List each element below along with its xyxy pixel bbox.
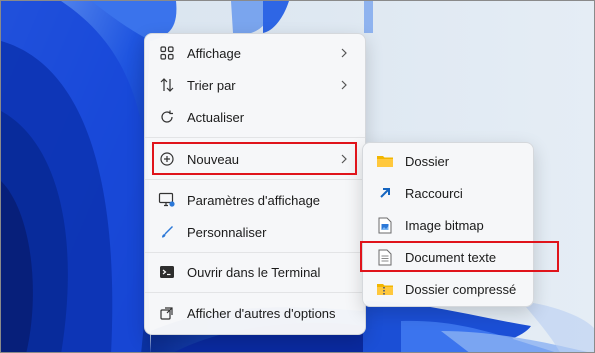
chevron-right-icon bbox=[337, 46, 351, 60]
highlight-box-nouveau bbox=[152, 142, 357, 175]
desktop-screenshot: Affichage Trier par Actualiser Nouveau P… bbox=[0, 0, 595, 353]
desktop-context-menu: Affichage Trier par Actualiser Nouveau P… bbox=[144, 33, 366, 335]
menu-item-label: Personnaliser bbox=[187, 224, 267, 240]
menu-item-affichage[interactable]: Affichage bbox=[149, 38, 361, 68]
shortcut-icon bbox=[376, 184, 394, 202]
menu-item-personnaliser[interactable]: Personnaliser bbox=[149, 217, 361, 247]
menu-item-label: Actualiser bbox=[187, 109, 245, 125]
submenu-item-image-bitmap[interactable]: Image bitmap bbox=[367, 210, 529, 240]
sort-icon bbox=[158, 76, 176, 94]
highlight-box-document-texte bbox=[360, 241, 559, 272]
new-submenu: Dossier Raccourci Image bitmap Document … bbox=[362, 142, 534, 307]
menu-separator bbox=[145, 292, 365, 293]
refresh-icon bbox=[158, 108, 176, 126]
menu-item-label: Affichage bbox=[187, 45, 241, 61]
menu-item-label: Afficher d'autres d'options bbox=[187, 305, 336, 321]
display-settings-icon bbox=[158, 191, 176, 209]
share-icon bbox=[158, 304, 176, 322]
submenu-item-raccourci[interactable]: Raccourci bbox=[367, 178, 529, 208]
folder-icon bbox=[376, 152, 394, 170]
submenu-item-dossier[interactable]: Dossier bbox=[367, 146, 529, 176]
bitmap-image-icon bbox=[376, 216, 394, 234]
submenu-item-dossier-compresse[interactable]: Dossier compressé bbox=[367, 274, 529, 304]
menu-item-label: Ouvrir dans le Terminal bbox=[187, 264, 321, 280]
submenu-item-label: Raccourci bbox=[405, 185, 463, 201]
chevron-right-icon bbox=[337, 78, 351, 92]
submenu-item-label: Dossier compressé bbox=[405, 281, 517, 297]
menu-separator bbox=[145, 137, 365, 138]
menu-separator bbox=[145, 179, 365, 180]
submenu-item-label: Image bitmap bbox=[405, 217, 484, 233]
grid-icon bbox=[158, 44, 176, 62]
submenu-item-label: Dossier bbox=[405, 153, 450, 169]
menu-item-actualiser[interactable]: Actualiser bbox=[149, 102, 361, 132]
menu-item-trier-par[interactable]: Trier par bbox=[149, 70, 361, 100]
menu-separator bbox=[145, 252, 365, 253]
menu-item-parametres-affichage[interactable]: Paramètres d'affichage bbox=[149, 185, 361, 215]
menu-item-terminal[interactable]: Ouvrir dans le Terminal bbox=[149, 257, 361, 287]
menu-item-label: Paramètres d'affichage bbox=[187, 192, 321, 208]
menu-item-more-options[interactable]: Afficher d'autres d'options bbox=[149, 298, 361, 328]
brush-icon bbox=[158, 223, 176, 241]
zip-folder-icon bbox=[376, 280, 394, 298]
terminal-icon bbox=[158, 263, 176, 281]
menu-item-label: Trier par bbox=[187, 77, 236, 93]
